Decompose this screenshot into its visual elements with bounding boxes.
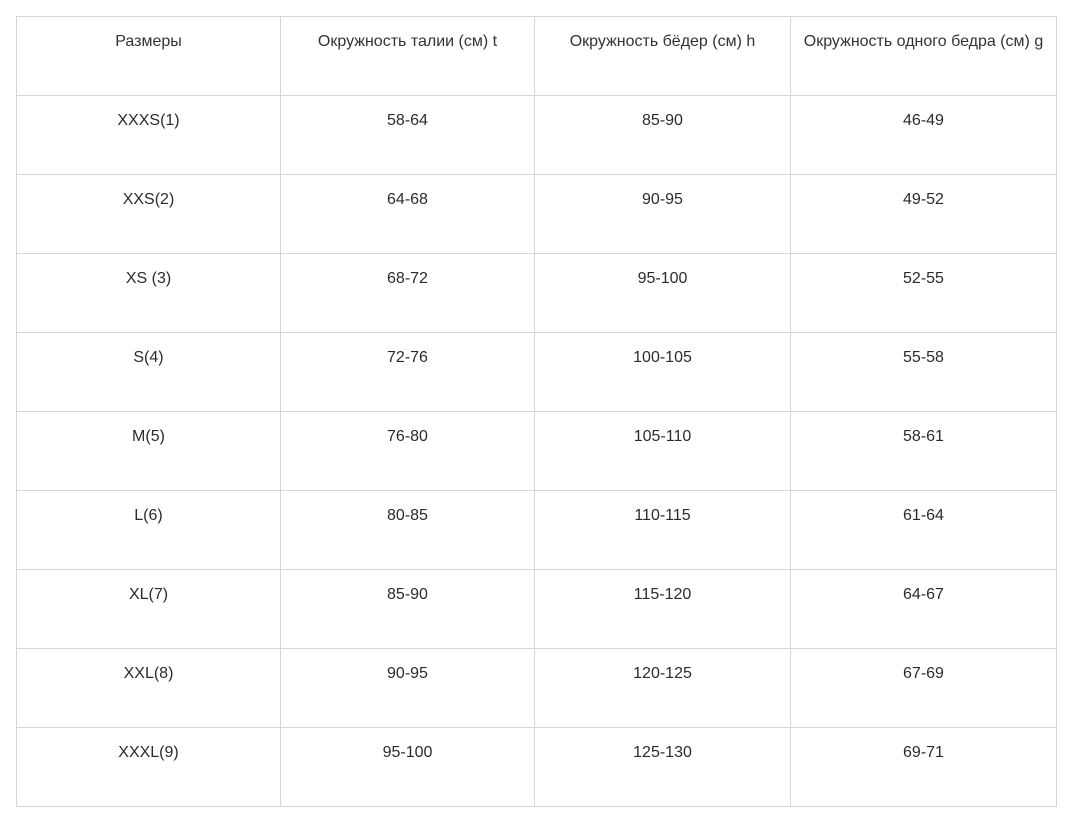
table-row: XL(7) 85-90 115-120 64-67 bbox=[16, 569, 1057, 649]
cell-hips: 115-120 bbox=[534, 569, 791, 649]
cell-waist: 95-100 bbox=[280, 727, 535, 807]
table-row: XXS(2) 64-68 90-95 49-52 bbox=[16, 174, 1057, 254]
table-row: XXXS(1) 58-64 85-90 46-49 bbox=[16, 95, 1057, 175]
cell-thigh: 69-71 bbox=[790, 727, 1057, 807]
header-thigh: Окружность одного бедра (см) g bbox=[790, 16, 1057, 96]
cell-thigh: 61-64 bbox=[790, 490, 1057, 570]
header-size: Размеры bbox=[16, 16, 281, 96]
cell-size: XL(7) bbox=[16, 569, 281, 649]
cell-waist: 58-64 bbox=[280, 95, 535, 175]
cell-size: L(6) bbox=[16, 490, 281, 570]
cell-hips: 100-105 bbox=[534, 332, 791, 412]
cell-size: S(4) bbox=[16, 332, 281, 412]
cell-thigh: 58-61 bbox=[790, 411, 1057, 491]
cell-size: XXS(2) bbox=[16, 174, 281, 254]
cell-thigh: 67-69 bbox=[790, 648, 1057, 728]
table-header-row: Размеры Окружность талии (см) t Окружнос… bbox=[16, 16, 1057, 96]
cell-thigh: 55-58 bbox=[790, 332, 1057, 412]
cell-waist: 80-85 bbox=[280, 490, 535, 570]
cell-hips: 90-95 bbox=[534, 174, 791, 254]
cell-hips: 95-100 bbox=[534, 253, 791, 333]
table-row: S(4) 72-76 100-105 55-58 bbox=[16, 332, 1057, 412]
cell-hips: 125-130 bbox=[534, 727, 791, 807]
table-row: XS (3) 68-72 95-100 52-55 bbox=[16, 253, 1057, 333]
table-row: M(5) 76-80 105-110 58-61 bbox=[16, 411, 1057, 491]
cell-size: XXXS(1) bbox=[16, 95, 281, 175]
cell-waist: 72-76 bbox=[280, 332, 535, 412]
cell-size: XS (3) bbox=[16, 253, 281, 333]
cell-size: M(5) bbox=[16, 411, 281, 491]
table-row: L(6) 80-85 110-115 61-64 bbox=[16, 490, 1057, 570]
cell-thigh: 46-49 bbox=[790, 95, 1057, 175]
cell-thigh: 49-52 bbox=[790, 174, 1057, 254]
cell-size: XXL(8) bbox=[16, 648, 281, 728]
cell-hips: 105-110 bbox=[534, 411, 791, 491]
table-row: XXL(8) 90-95 120-125 67-69 bbox=[16, 648, 1057, 728]
cell-hips: 120-125 bbox=[534, 648, 791, 728]
cell-thigh: 52-55 bbox=[790, 253, 1057, 333]
size-chart-table: Размеры Окружность талии (см) t Окружнос… bbox=[16, 16, 1057, 807]
header-hips: Окружность бёдер (см) h bbox=[534, 16, 791, 96]
cell-waist: 64-68 bbox=[280, 174, 535, 254]
cell-waist: 68-72 bbox=[280, 253, 535, 333]
cell-waist: 90-95 bbox=[280, 648, 535, 728]
cell-waist: 76-80 bbox=[280, 411, 535, 491]
cell-size: XXXL(9) bbox=[16, 727, 281, 807]
cell-waist: 85-90 bbox=[280, 569, 535, 649]
table-row: XXXL(9) 95-100 125-130 69-71 bbox=[16, 727, 1057, 807]
cell-hips: 110-115 bbox=[534, 490, 791, 570]
cell-hips: 85-90 bbox=[534, 95, 791, 175]
cell-thigh: 64-67 bbox=[790, 569, 1057, 649]
header-waist: Окружность талии (см) t bbox=[280, 16, 535, 96]
